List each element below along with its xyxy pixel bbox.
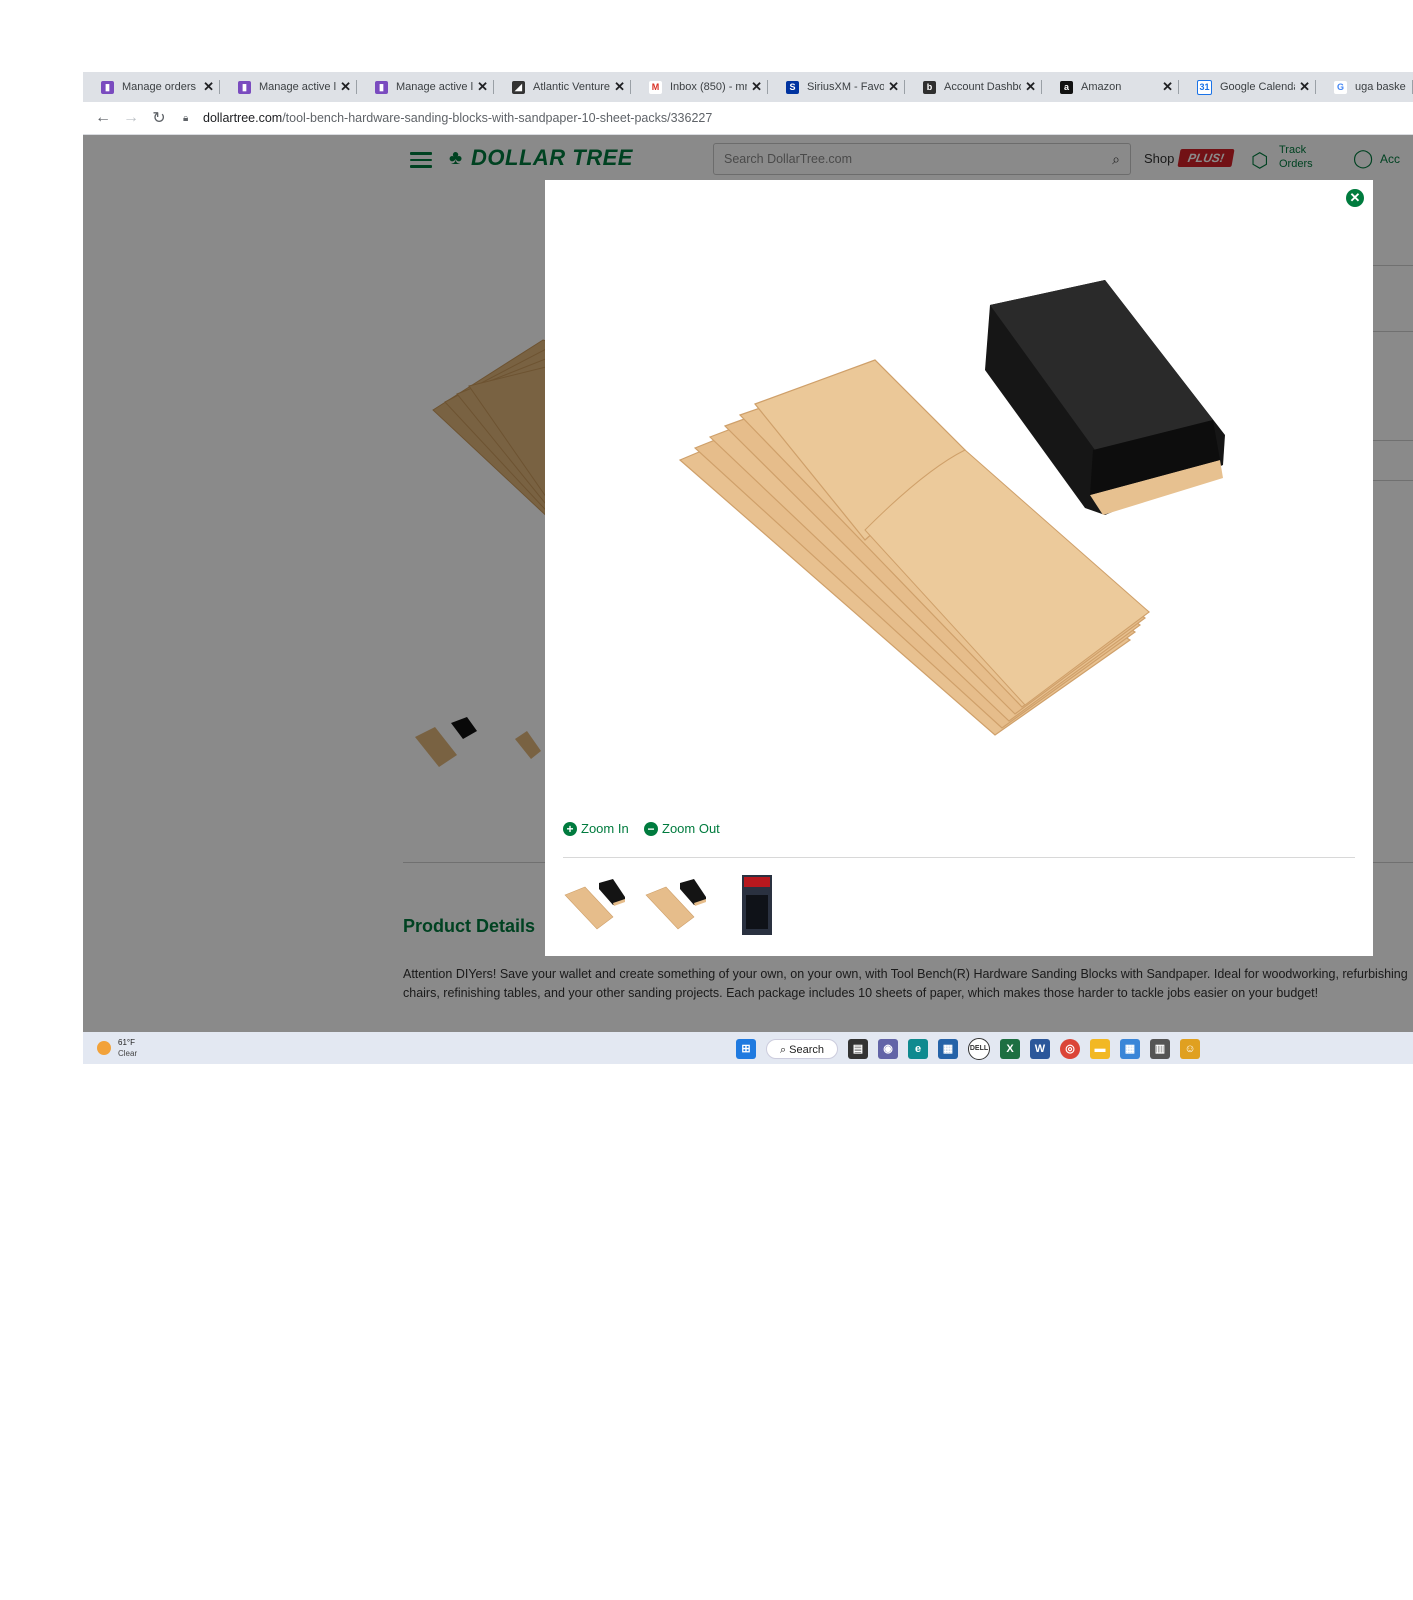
amazon-icon: a xyxy=(1060,80,1073,94)
tab-manage-active-listings[interactable]: ▮ Manage active lis ✕ xyxy=(220,72,357,102)
google-calendar-icon: 31 xyxy=(1197,79,1212,95)
shopping-bag-icon: ▮ xyxy=(375,80,388,94)
tab-google-calendar[interactable]: 31 Google Calendar ✕ xyxy=(1179,72,1316,102)
notes-app-icon[interactable]: ☺ xyxy=(1180,1039,1200,1059)
screenshot-frame: ▮ Manage orders a ✕ ▮ Manage active lis … xyxy=(83,72,1413,1064)
chrome-icon[interactable]: ◎ xyxy=(1060,1039,1080,1059)
tab-label: Manage active lis xyxy=(396,81,474,93)
tab-label: Manage active lis xyxy=(259,81,337,93)
thumbnail-packaged-product[interactable] xyxy=(725,873,789,937)
zoom-in-button[interactable]: + Zoom In xyxy=(563,821,629,836)
image-zoom-modal: ✕ + Zoom In − Zoom Out xyxy=(545,180,1373,956)
thumbnail-strip xyxy=(563,873,806,937)
close-icon[interactable]: ✕ xyxy=(614,79,625,95)
plus-circle-icon: + xyxy=(563,821,577,836)
edge-icon[interactable]: e xyxy=(908,1039,928,1059)
main-product-image xyxy=(678,280,1225,736)
chat-icon[interactable]: ◉ xyxy=(878,1039,898,1059)
close-icon[interactable]: ✕ xyxy=(1299,79,1310,95)
store-icon[interactable]: ▦ xyxy=(938,1039,958,1059)
taskbar-search-label: Search xyxy=(789,1044,825,1056)
close-icon[interactable]: ✕ xyxy=(203,79,214,95)
weather-temperature[interactable]: 61°F xyxy=(118,1038,135,1047)
weather-condition[interactable]: Clear xyxy=(118,1049,137,1058)
back-arrow-icon[interactable]: ← xyxy=(89,109,117,127)
tab-label: Google Calendar xyxy=(1220,81,1296,93)
calculator-icon[interactable]: ▥ xyxy=(1150,1039,1170,1059)
tab-label: Manage orders a xyxy=(122,81,200,93)
excel-icon[interactable]: X xyxy=(1000,1039,1020,1059)
word-icon[interactable]: W xyxy=(1030,1039,1050,1059)
thumbnail-sanding-block[interactable] xyxy=(563,873,627,937)
tab-label: SiriusXM - Favori xyxy=(807,81,885,93)
reload-icon[interactable]: ↻ xyxy=(145,108,173,128)
url-field[interactable]: dollartree.com/tool-bench-hardware-sandi… xyxy=(203,111,712,125)
minus-circle-icon: − xyxy=(644,821,658,836)
lock-icon[interactable]: 🔒︎ xyxy=(183,113,193,124)
shopping-bag-icon: ▮ xyxy=(101,80,114,94)
forward-arrow-icon[interactable]: → xyxy=(117,109,145,127)
web-page: ♣ DOLLAR TREE Search DollarTree.com ⌕ Sh… xyxy=(83,135,1413,1032)
tab-label: Inbox (850) - mn xyxy=(670,81,748,93)
atlantic-ventures-icon: ◢ xyxy=(512,80,525,94)
taskbar-search-button[interactable]: ⌕ Search xyxy=(766,1039,838,1059)
close-icon[interactable]: ✕ xyxy=(1162,79,1173,95)
divider xyxy=(563,857,1355,858)
task-view-icon[interactable]: ▤ xyxy=(848,1039,868,1059)
tab-amazon[interactable]: a Amazon ✕ xyxy=(1042,72,1179,102)
windows-start-icon[interactable]: ⊞ xyxy=(736,1039,756,1059)
tab-google-search[interactable]: G uga baske xyxy=(1316,72,1413,102)
zoom-out-button[interactable]: − Zoom Out xyxy=(644,821,720,836)
file-explorer-icon[interactable]: ▬ xyxy=(1090,1039,1110,1059)
tab-gmail-inbox[interactable]: M Inbox (850) - mn ✕ xyxy=(631,72,768,102)
url-domain: dollartree.com xyxy=(203,111,283,125)
close-icon[interactable]: ✕ xyxy=(1025,79,1036,95)
gmail-icon: M xyxy=(649,80,662,94)
windows-taskbar: 61°F Clear ⊞ ⌕ Search ▤ ◉ e ▦ DELL X W ◎… xyxy=(83,1032,1413,1064)
tab-manage-active-listings-2[interactable]: ▮ Manage active lis ✕ xyxy=(357,72,494,102)
tab-manage-orders[interactable]: ▮ Manage orders a ✕ xyxy=(83,72,220,102)
address-bar: ← → ↻ 🔒︎ dollartree.com/tool-bench-hardw… xyxy=(83,102,1413,135)
google-icon: G xyxy=(1334,80,1347,94)
close-circle-icon[interactable]: ✕ xyxy=(1346,189,1364,207)
browser-tab-strip: ▮ Manage orders a ✕ ▮ Manage active lis … xyxy=(83,72,1413,102)
zoom-in-label: Zoom In xyxy=(581,821,629,836)
tab-siriusxm[interactable]: S SiriusXM - Favori ✕ xyxy=(768,72,905,102)
account-dashboard-icon: b xyxy=(923,80,936,94)
siriusxm-icon: S xyxy=(786,80,799,94)
tab-label: Atlantic Ventures xyxy=(533,81,611,93)
tab-label: Account Dashbo xyxy=(944,81,1022,93)
taskbar-apps: ⊞ ⌕ Search ▤ ◉ e ▦ DELL X W ◎ ▬ ▦ ▥ ☺ xyxy=(736,1038,1210,1060)
tab-account-dashboard[interactable]: b Account Dashbo ✕ xyxy=(905,72,1042,102)
dell-icon[interactable]: DELL xyxy=(968,1038,990,1060)
close-icon[interactable]: ✕ xyxy=(477,79,488,95)
close-icon[interactable]: ✕ xyxy=(340,79,351,95)
tab-atlantic-ventures[interactable]: ◢ Atlantic Ventures ✕ xyxy=(494,72,631,102)
calendar-icon[interactable]: ▦ xyxy=(1120,1039,1140,1059)
tab-label: Amazon xyxy=(1081,81,1122,93)
url-path: /tool-bench-hardware-sanding-blocks-with… xyxy=(282,111,713,125)
weather-moon-icon[interactable] xyxy=(97,1041,111,1055)
close-icon[interactable]: ✕ xyxy=(888,79,899,95)
shopping-bag-icon: ▮ xyxy=(238,80,251,94)
zoom-out-label: Zoom Out xyxy=(662,821,720,836)
tab-label: uga baske xyxy=(1355,81,1406,93)
close-icon[interactable]: ✕ xyxy=(751,79,762,95)
thumbnail-sanding-block[interactable] xyxy=(644,873,708,937)
